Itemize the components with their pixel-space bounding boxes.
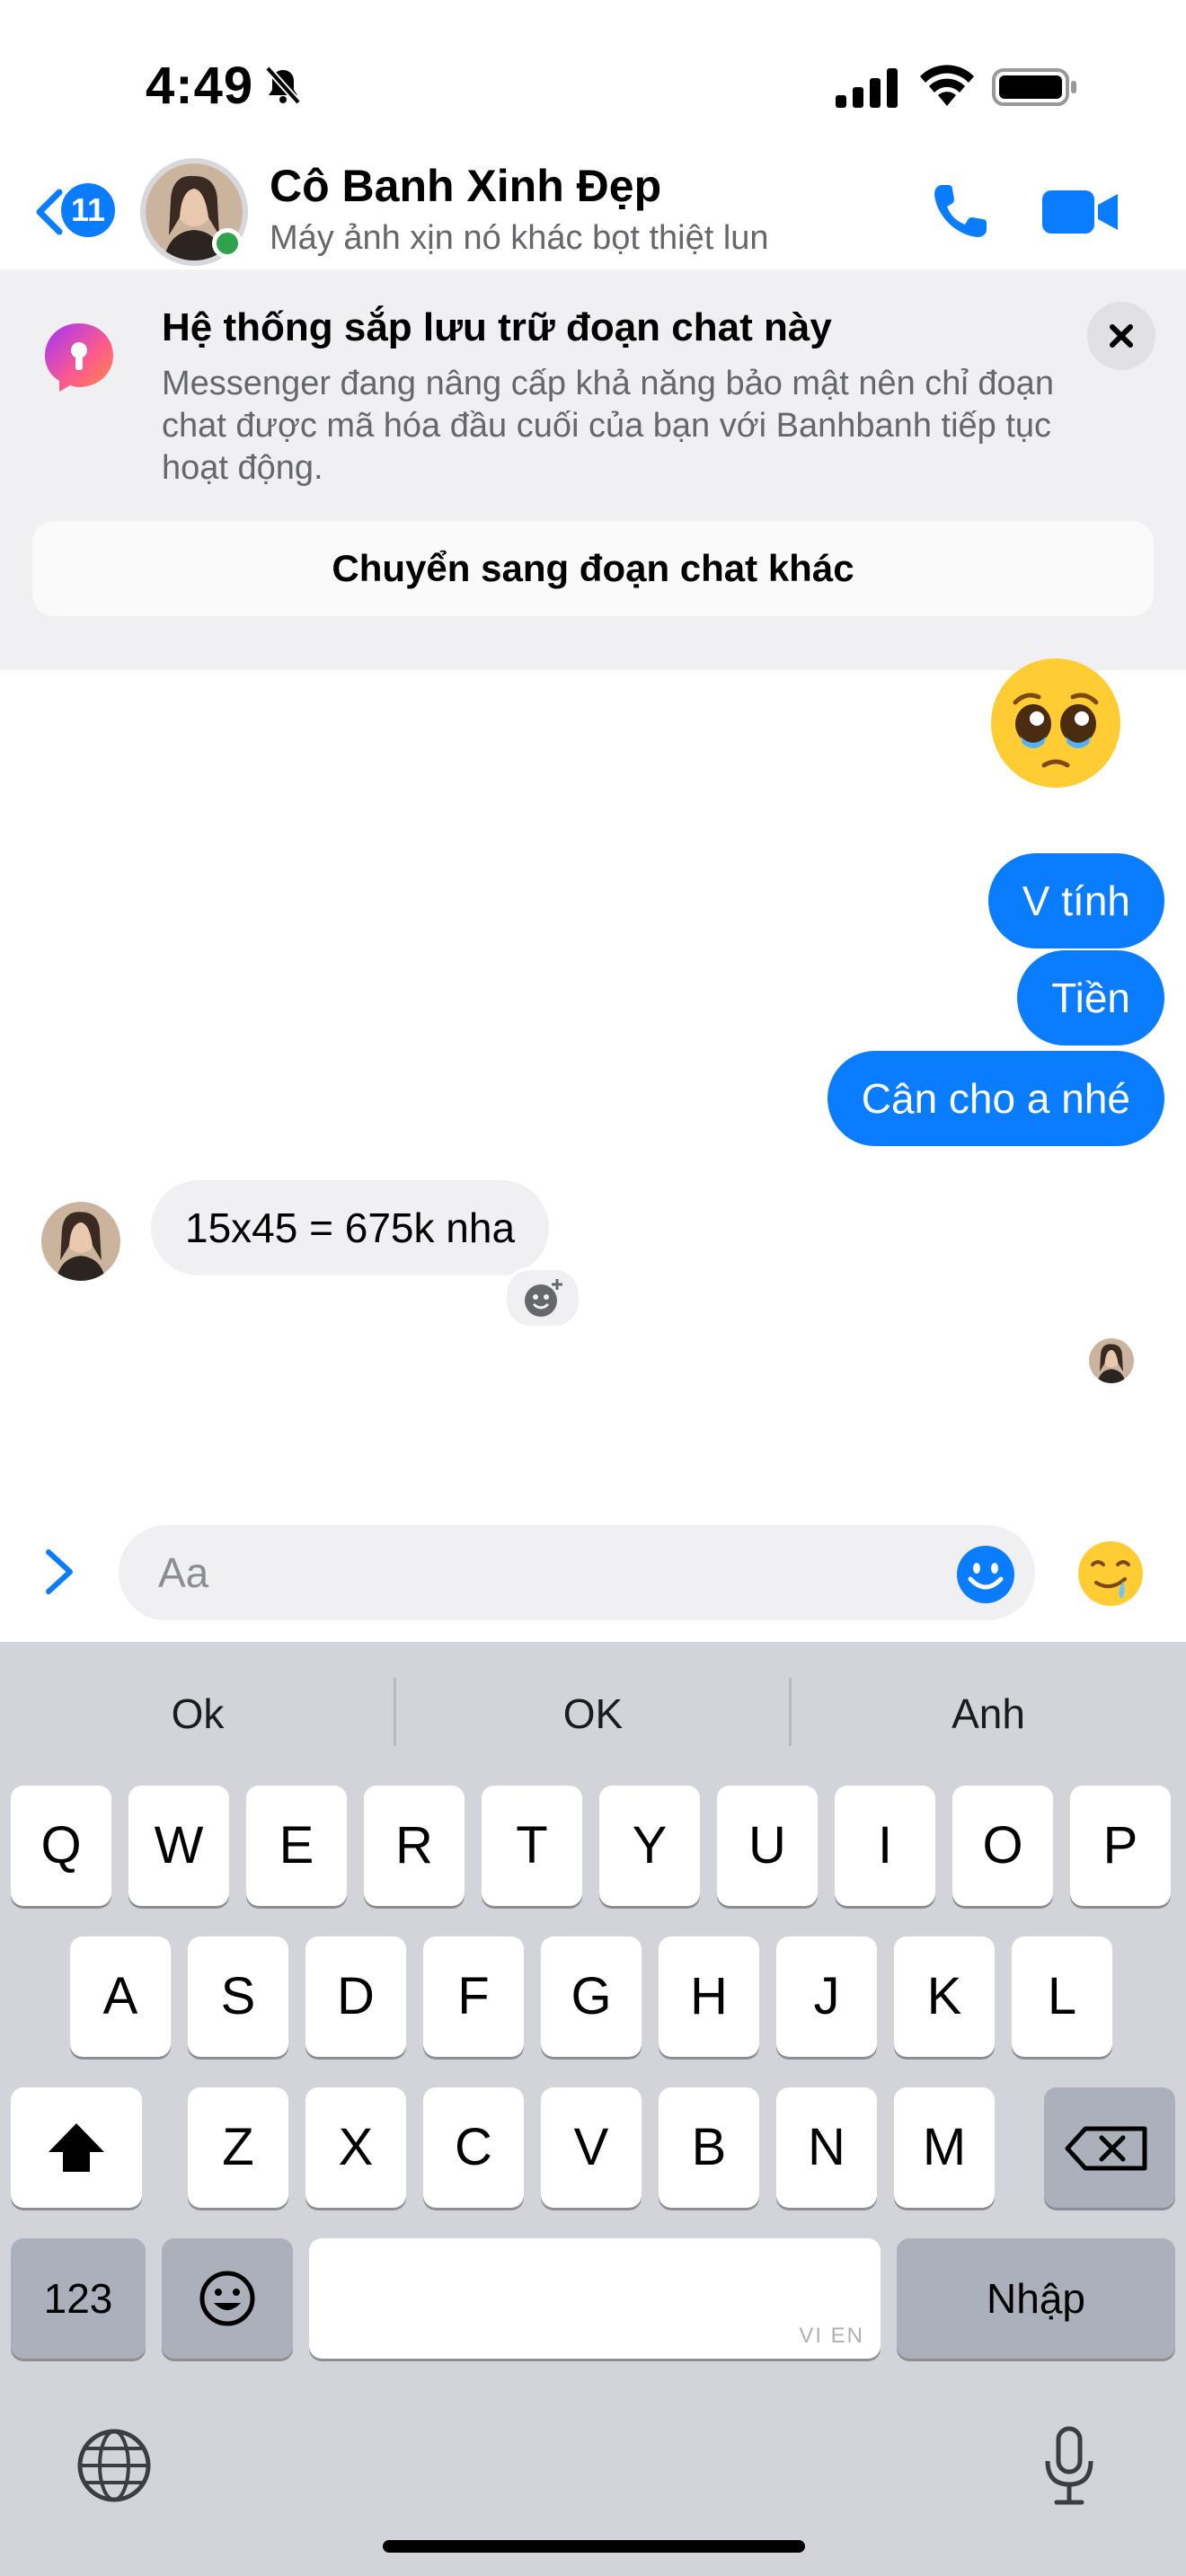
unread-count-badge: 11 xyxy=(61,183,115,237)
phone-call-icon[interactable] xyxy=(929,180,992,243)
space-key[interactable]: VI EN xyxy=(309,2238,881,2359)
key-f[interactable]: F xyxy=(423,1936,524,2057)
key-k[interactable]: K xyxy=(894,1936,995,2057)
backspace-icon xyxy=(1065,2126,1147,2171)
video-call-icon[interactable] xyxy=(1042,185,1120,239)
emoji-picker-icon[interactable] xyxy=(954,1543,1017,1606)
contact-message-avatar[interactable] xyxy=(41,1202,120,1281)
key-c[interactable]: C xyxy=(423,2087,524,2208)
key-s[interactable]: S xyxy=(188,1936,288,2057)
switch-chat-button[interactable]: Chuyển sang đoạn chat khác xyxy=(32,521,1154,616)
key-o[interactable]: O xyxy=(952,1786,1053,1906)
home-indicator[interactable] xyxy=(383,2540,805,2553)
key-z[interactable]: Z xyxy=(188,2087,288,2208)
space-key-language-hint: VI EN xyxy=(799,2324,864,2348)
prediction-suggestion[interactable]: Ok xyxy=(0,1678,395,1750)
battery-icon xyxy=(992,68,1076,106)
back-button[interactable]: 11 xyxy=(32,180,119,243)
chevron-right-icon[interactable] xyxy=(36,1547,86,1597)
cellular-signal-icon xyxy=(836,68,898,108)
outgoing-message[interactable]: V tính xyxy=(987,853,1164,948)
banner-body: Messenger đang nâng cấp khả năng bảo mật… xyxy=(162,365,1054,487)
emoji-face-icon xyxy=(199,2271,255,2326)
status-time: 4:49 xyxy=(146,57,254,115)
banner-title: Hệ thống sắp lưu trữ đoạn chat này xyxy=(162,305,832,349)
outgoing-message[interactable]: Cân cho a nhé xyxy=(827,1051,1164,1146)
prediction-suggestion[interactable]: OK xyxy=(395,1678,791,1750)
drooling-face-emoji[interactable] xyxy=(1075,1538,1146,1610)
key-v[interactable]: V xyxy=(541,2087,642,2208)
key-m[interactable]: M xyxy=(894,2087,995,2208)
key-e[interactable]: E xyxy=(246,1786,347,1906)
key-q[interactable]: Q xyxy=(11,1786,111,1906)
online-status-dot xyxy=(212,228,243,259)
key-w[interactable]: W xyxy=(128,1786,229,1906)
emoji-key[interactable] xyxy=(162,2238,293,2359)
banner-close-button[interactable] xyxy=(1087,302,1155,370)
key-r[interactable]: R xyxy=(364,1786,465,1906)
shift-key[interactable] xyxy=(11,2087,142,2208)
key-l[interactable]: L xyxy=(1012,1936,1112,2057)
key-g[interactable]: G xyxy=(541,1936,642,2057)
prediction-suggestion[interactable]: Anh xyxy=(791,1678,1186,1750)
backspace-key[interactable] xyxy=(1044,2087,1175,2208)
avatar-photo xyxy=(41,1202,120,1281)
return-key[interactable]: Nhập xyxy=(897,2238,1175,2359)
key-a[interactable]: A xyxy=(70,1936,171,2057)
globe-icon[interactable] xyxy=(75,2427,153,2504)
key-i[interactable]: I xyxy=(835,1786,935,1906)
outgoing-message[interactable]: Tiền xyxy=(1017,950,1164,1045)
chevron-left-icon xyxy=(36,189,63,235)
contact-name[interactable]: Cô Banh Xinh Đẹp xyxy=(270,160,661,212)
silent-bell-icon xyxy=(265,66,301,105)
read-receipt-avatar xyxy=(1089,1338,1134,1383)
message-input-placeholder[interactable]: Aa xyxy=(158,1525,208,1620)
wifi-icon xyxy=(920,65,974,106)
smiley-plus-icon xyxy=(525,1279,562,1317)
contact-status: Máy ảnh xịn nó khác bọt thiệt lun xyxy=(270,219,769,257)
key-t[interactable]: T xyxy=(482,1786,582,1906)
key-b[interactable]: B xyxy=(659,2087,759,2208)
key-u[interactable]: U xyxy=(717,1786,818,1906)
message-input[interactable]: Aa xyxy=(119,1525,1035,1620)
key-y[interactable]: Y xyxy=(599,1786,700,1906)
avatar-photo xyxy=(1089,1338,1134,1383)
key-n[interactable]: N xyxy=(776,2087,877,2208)
microphone-icon[interactable] xyxy=(1042,2425,1096,2508)
key-h[interactable]: H xyxy=(659,1936,759,2057)
numbers-key[interactable]: 123 xyxy=(11,2238,146,2359)
pleading-face-emoji xyxy=(991,658,1120,788)
add-reaction-button[interactable] xyxy=(503,1266,582,1329)
shift-arrow-icon xyxy=(49,2123,104,2172)
messenger-lock-icon xyxy=(45,323,113,392)
incoming-message[interactable]: 15x45 = 675k nha xyxy=(151,1180,550,1275)
key-p[interactable]: P xyxy=(1070,1786,1171,1906)
key-x[interactable]: X xyxy=(305,2087,406,2208)
close-icon xyxy=(1110,324,1133,348)
key-j[interactable]: J xyxy=(776,1936,877,2057)
key-d[interactable]: D xyxy=(305,1936,406,2057)
